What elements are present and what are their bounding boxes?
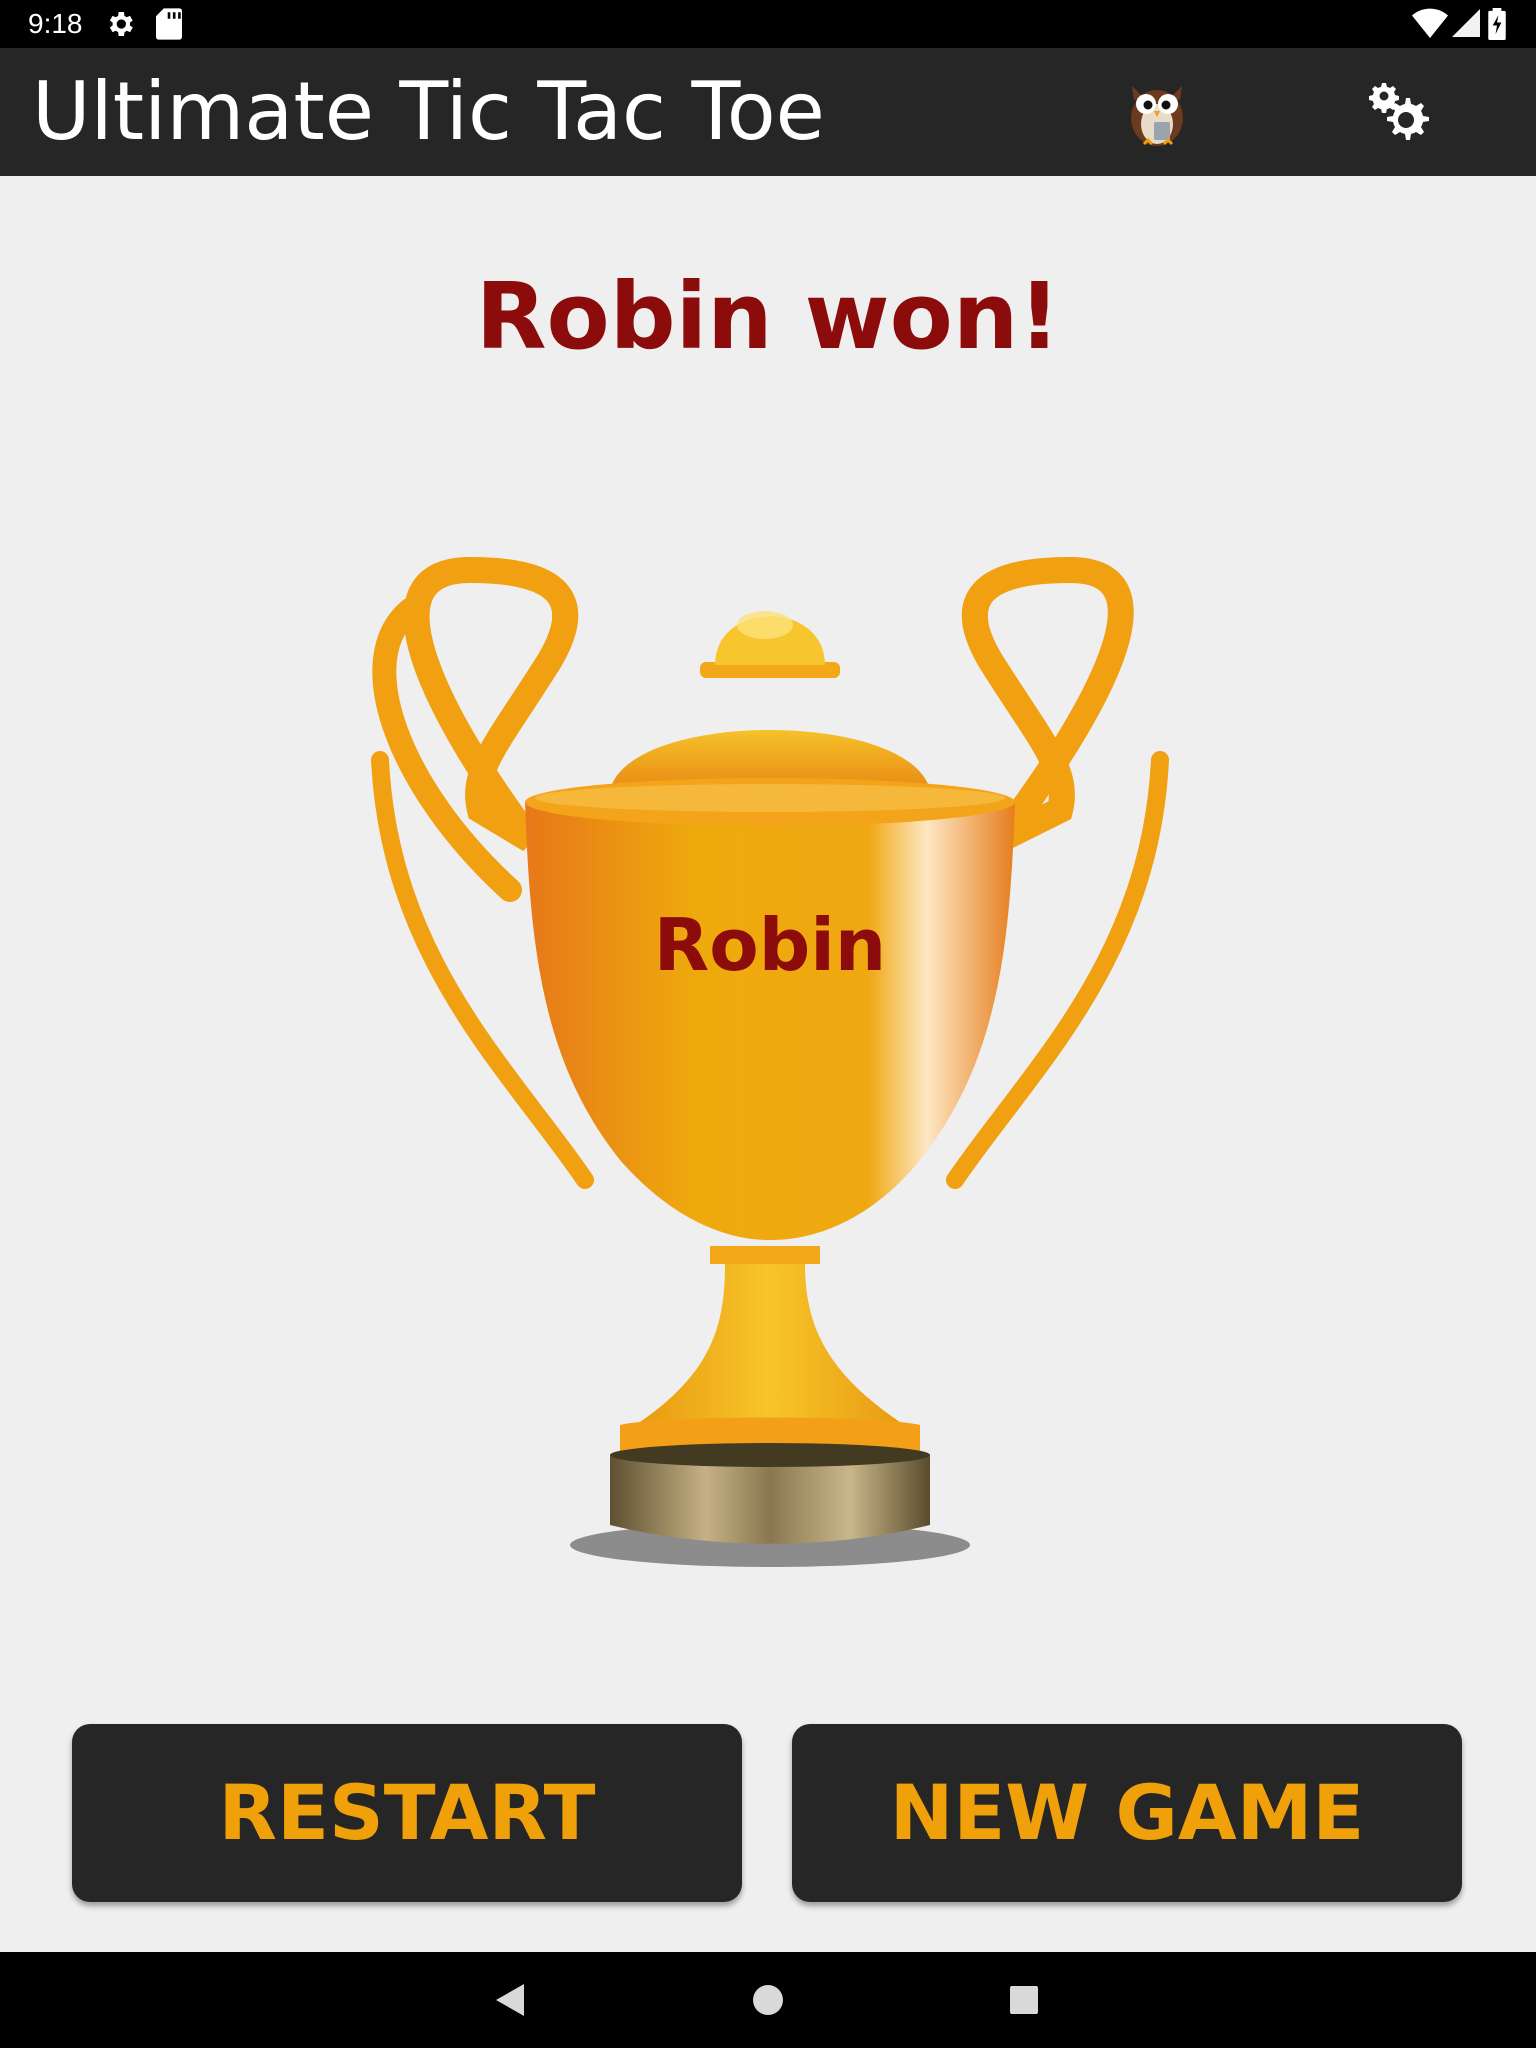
home-icon bbox=[753, 1985, 783, 2015]
recents-icon bbox=[1010, 1986, 1038, 2014]
restart-button[interactable]: RESTART bbox=[72, 1724, 742, 1902]
sd-card-icon bbox=[156, 8, 182, 40]
settings-icon bbox=[109, 12, 133, 36]
settings-button[interactable] bbox=[1368, 80, 1434, 146]
home-button[interactable] bbox=[740, 1972, 796, 2028]
status-time: 9:18 bbox=[28, 8, 83, 39]
winner-title: Robin won! bbox=[475, 263, 1061, 370]
owl-icon bbox=[1131, 86, 1183, 146]
trophy-image bbox=[371, 556, 1169, 1567]
battery-icon bbox=[1488, 8, 1506, 40]
trophy-name: Robin bbox=[653, 903, 887, 987]
app-bar: Ultimate Tic Tac Toe bbox=[0, 48, 1536, 176]
app-title: Ultimate Tic Tac Toe bbox=[32, 65, 825, 158]
back-icon bbox=[496, 1984, 524, 2016]
navigation-bar bbox=[0, 1952, 1536, 2048]
recents-button[interactable] bbox=[996, 1972, 1052, 2028]
gear-icon bbox=[1369, 83, 1429, 140]
status-bar: 9:18 bbox=[0, 0, 1536, 48]
back-button[interactable] bbox=[482, 1972, 538, 2028]
signal-icon bbox=[1452, 9, 1480, 37]
new-game-button[interactable]: NEW GAME bbox=[792, 1724, 1462, 1902]
owl-button[interactable] bbox=[1124, 76, 1190, 148]
wifi-icon bbox=[1412, 8, 1448, 38]
